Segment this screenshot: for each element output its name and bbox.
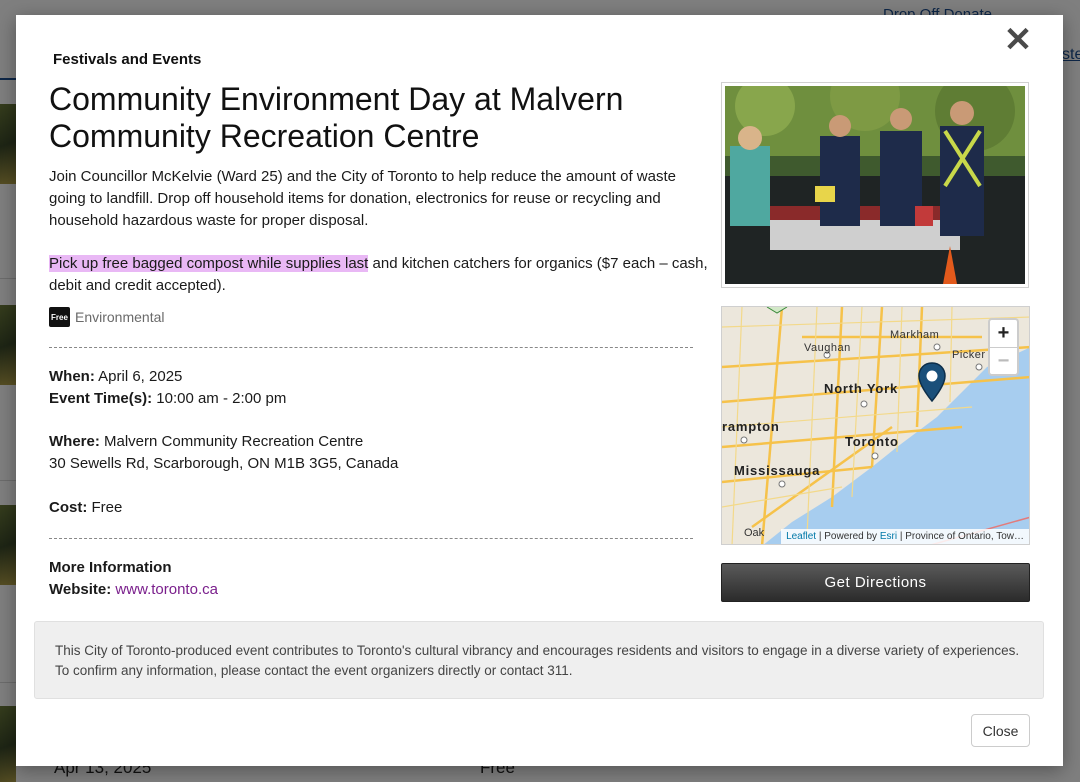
map-zoom-control: + − — [988, 318, 1019, 376]
when-value: April 6, 2025 — [94, 368, 183, 385]
event-notice: This City of Toronto-produced event cont… — [34, 621, 1044, 699]
zoom-in-button[interactable]: + — [990, 320, 1017, 347]
map-attribution: Leaflet | Powered by Esri | Province of … — [781, 529, 1029, 544]
zoom-out-button[interactable]: − — [990, 347, 1017, 374]
event-location: Where: Malvern Community Recreation Cent… — [49, 431, 363, 453]
event-date: When: April 6, 2025 — [49, 366, 182, 388]
website-label: Website: — [49, 581, 112, 598]
map-label-vaughan: Vaughan — [804, 342, 851, 354]
when-label: When: — [49, 368, 95, 385]
event-tags: Free Environmental — [49, 307, 165, 327]
map-label-brampton: rampton — [722, 419, 780, 434]
map-marker-icon[interactable] — [918, 362, 946, 402]
event-photo — [721, 82, 1029, 288]
map-label-oakville: Oak — [744, 527, 765, 539]
event-address: 30 Sewells Rd, Scarborough, ON M1B 3G5, … — [49, 455, 399, 472]
cost-label: Cost: — [49, 499, 88, 516]
event-details-modal: ✕ Festivals and Events Community Environ… — [16, 15, 1063, 766]
map-label-markham: Markham — [890, 329, 940, 341]
where-label: Where: — [49, 433, 100, 450]
event-website: Website: www.toronto.ca — [49, 579, 218, 601]
event-photo-image — [725, 86, 1025, 284]
get-directions-button[interactable]: Get Directions — [721, 563, 1030, 602]
map-label-mississauga: Mississauga — [734, 463, 821, 478]
event-description: Join Councillor McKelvie (Ward 25) and t… — [49, 168, 676, 229]
highlighted-text: Pick up free bagged compost while suppli… — [49, 255, 369, 272]
free-badge: Free — [49, 307, 70, 327]
event-category: Festivals and Events — [53, 51, 202, 68]
close-icon[interactable]: ✕ — [1003, 23, 1033, 57]
section-divider — [49, 538, 693, 539]
tag-environmental: Environmental — [75, 309, 165, 325]
esri-link[interactable]: Esri — [880, 531, 897, 542]
event-title: Community Environment Day at Malvern Com… — [49, 81, 624, 154]
map-label-pickering: Picker — [952, 349, 986, 361]
time-value: 10:00 am - 2:00 pm — [152, 390, 287, 407]
section-divider — [49, 347, 693, 348]
more-info-heading: More Information — [49, 559, 172, 576]
where-value: Malvern Community Recreation Centre — [99, 433, 364, 450]
event-description-secondary: Pick up free bagged compost while suppli… — [49, 253, 709, 297]
website-link[interactable]: www.toronto.ca — [115, 581, 218, 598]
map-label-north-york: North York — [824, 381, 898, 396]
time-label: Event Time(s): — [49, 390, 153, 407]
cost-value: Free — [87, 499, 123, 516]
close-button[interactable]: Close — [971, 714, 1030, 747]
event-cost: Cost: Free — [49, 497, 122, 519]
event-map[interactable]: Markham Vaughan Picker North York rampto… — [721, 306, 1030, 545]
leaflet-link[interactable]: Leaflet — [786, 531, 816, 542]
event-time: Event Time(s): 10:00 am - 2:00 pm — [49, 388, 286, 410]
map-label-toronto: Toronto — [845, 434, 899, 449]
